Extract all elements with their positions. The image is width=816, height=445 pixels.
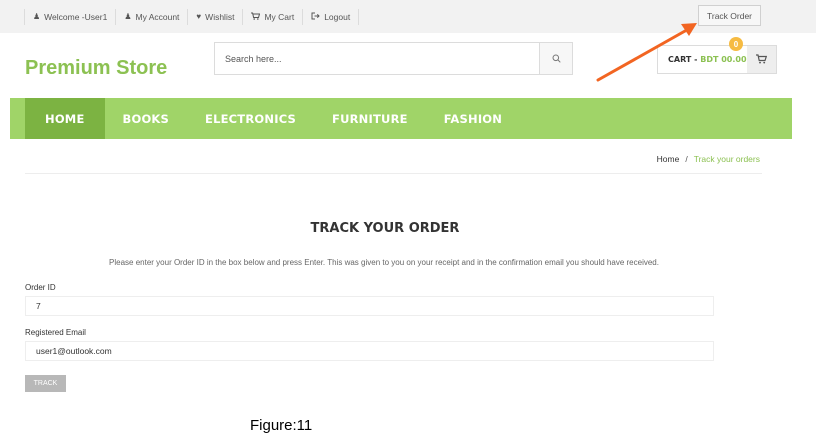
top-links: ♟ Welcome -User1 ♟ My Account ♥ Wishlist…	[24, 9, 360, 25]
logout-link[interactable]: Logout	[303, 9, 360, 25]
breadcrumb-separator: /	[685, 154, 688, 164]
track-order-button[interactable]: Track Order	[698, 5, 761, 26]
page-title: TRACK YOUR ORDER	[310, 221, 460, 236]
cart-count-badge: 0	[729, 37, 743, 51]
cart-icon	[251, 12, 261, 22]
my-cart-link[interactable]: My Cart	[243, 9, 304, 25]
nav-furniture[interactable]: FURNITURE	[314, 98, 426, 139]
search-input[interactable]	[215, 43, 539, 74]
breadcrumb-current: Track your orders	[693, 154, 760, 164]
cart-amount: BDT 00.00	[700, 55, 747, 64]
my-account-link[interactable]: ♟ My Account	[116, 9, 189, 25]
welcome-label: Welcome -User1	[44, 12, 108, 22]
cart-button[interactable]	[746, 46, 776, 73]
cart-widget[interactable]: CART - BDT 00.00	[657, 45, 777, 74]
nav-books[interactable]: BOOKS	[105, 98, 188, 139]
wishlist-label: Wishlist	[205, 12, 235, 22]
logout-icon	[311, 12, 320, 22]
figure-caption: Figure:11	[250, 417, 313, 434]
email-field[interactable]: user1@outlook.com	[25, 341, 714, 361]
heart-icon: ♥	[196, 12, 202, 21]
user-icon: ♟	[33, 12, 41, 21]
top-bar: ♟ Welcome -User1 ♟ My Account ♥ Wishlist…	[0, 0, 816, 33]
track-button[interactable]: TRACK	[25, 375, 66, 392]
divider	[25, 173, 762, 174]
search-button[interactable]	[539, 43, 572, 74]
search-bar	[214, 42, 573, 75]
order-id-label: Order ID	[25, 283, 56, 292]
nav-electronics[interactable]: ELECTRONICS	[187, 98, 314, 139]
cart-summary: CART - BDT 00.00	[658, 55, 747, 64]
my-account-label: My Account	[135, 12, 180, 22]
order-id-field[interactable]: 7	[25, 296, 714, 316]
instructions-text: Please enter your Order ID in the box be…	[109, 258, 659, 267]
email-label: Registered Email	[25, 328, 86, 337]
cart-label: CART -	[668, 55, 701, 64]
search-icon	[552, 50, 561, 68]
breadcrumb: Home / Track your orders	[657, 154, 760, 164]
breadcrumb-home[interactable]: Home	[657, 154, 680, 164]
welcome-link[interactable]: ♟ Welcome -User1	[25, 9, 117, 25]
cart-icon	[755, 51, 767, 69]
user-icon: ♟	[124, 12, 132, 21]
my-cart-label: My Cart	[264, 12, 295, 22]
logout-label: Logout	[324, 12, 351, 22]
main-nav: HOME BOOKS ELECTRONICS FURNITURE FASHION	[10, 98, 792, 139]
wishlist-link[interactable]: ♥ Wishlist	[188, 9, 244, 25]
nav-fashion[interactable]: FASHION	[426, 98, 520, 139]
nav-home[interactable]: HOME	[25, 98, 105, 139]
store-logo[interactable]: Premium Store	[25, 57, 167, 80]
